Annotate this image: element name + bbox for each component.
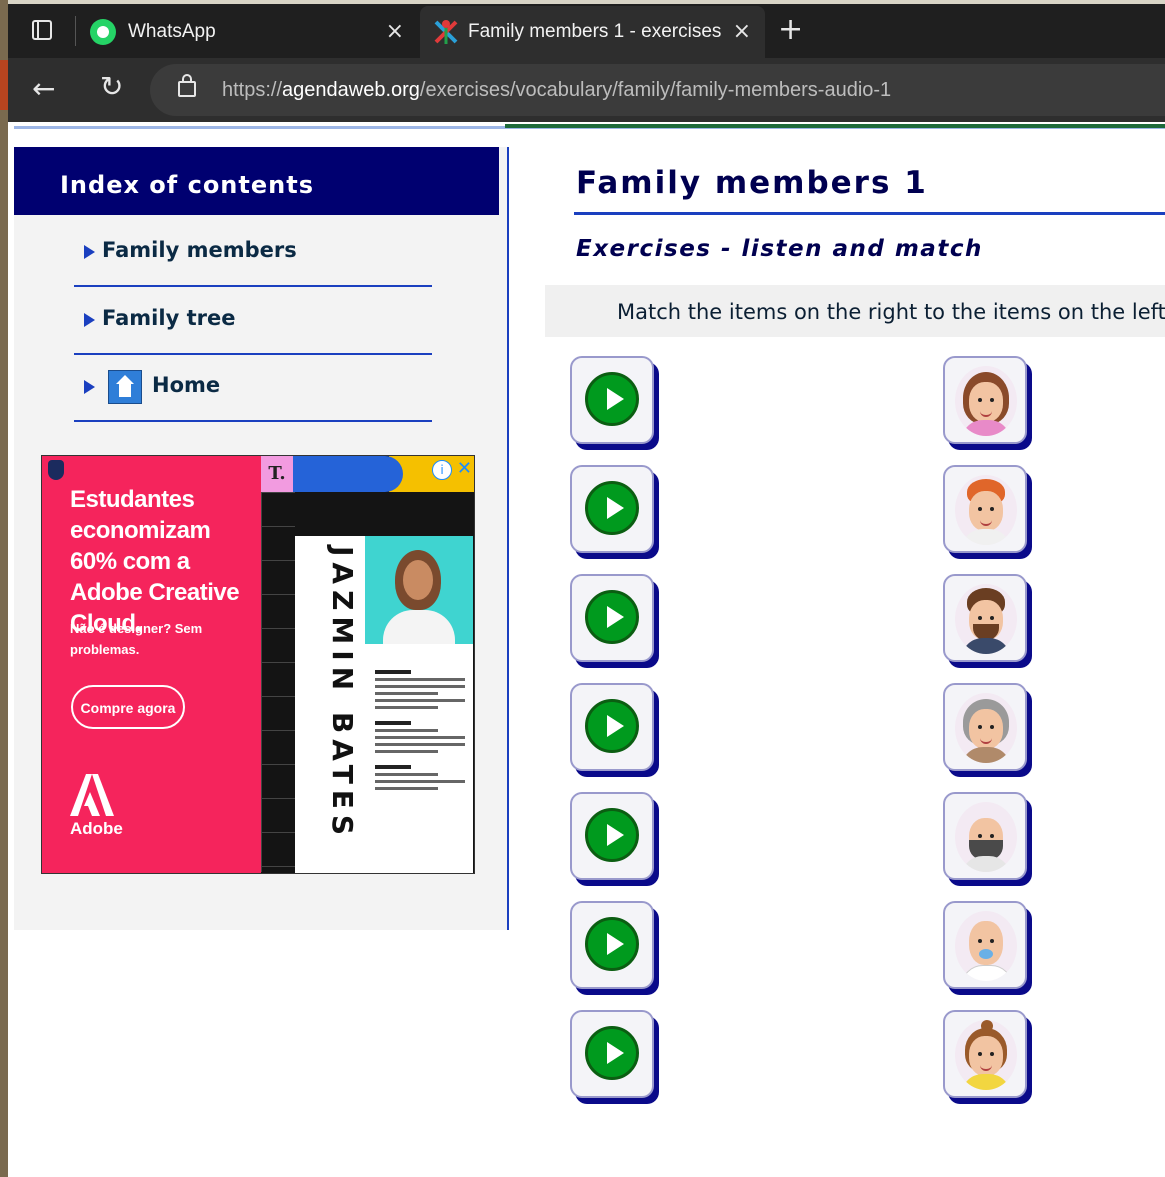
picture-card-grandfather[interactable]: [943, 792, 1027, 880]
url-field[interactable]: https://agendaweb.org/exercises/vocabula…: [150, 64, 1165, 116]
sidebar-item-family-members[interactable]: Family members: [74, 221, 432, 287]
play-icon[interactable]: [585, 808, 639, 862]
play-icon[interactable]: [585, 481, 639, 535]
picture-card-red-haired-man[interactable]: [943, 465, 1027, 553]
picture-card-baby[interactable]: [943, 901, 1027, 989]
whatsapp-icon: [90, 19, 116, 45]
tab-whatsapp[interactable]: WhatsApp ×: [80, 6, 418, 58]
tab-label: WhatsApp: [128, 21, 216, 42]
sidebar-item-family-tree[interactable]: Family tree: [74, 289, 432, 355]
audio-card[interactable]: [570, 1010, 654, 1098]
triangle-right-icon: [84, 380, 95, 394]
triangle-right-icon: [84, 245, 95, 259]
play-icon[interactable]: [585, 590, 639, 644]
sidebar-item-label: Family members: [102, 238, 297, 262]
play-icon[interactable]: [585, 372, 639, 426]
ad-headline: Estudantes economizam 60% com a Adobe Cr…: [70, 486, 240, 637]
girl-avatar: [955, 1020, 1017, 1090]
picture-card-bearded-man[interactable]: [943, 574, 1027, 662]
picture-card-grandmother[interactable]: [943, 683, 1027, 771]
ad-subline: Não é designer? Sem problemas.: [70, 621, 203, 657]
resume-name: JAZMIN BATES: [326, 546, 359, 842]
grandmother-avatar: [955, 693, 1017, 763]
desktop-edge: [0, 0, 8, 1177]
tab-label: Family members 1 - exercises: [468, 21, 722, 42]
close-tab-icon[interactable]: ×: [733, 6, 751, 58]
play-icon[interactable]: [585, 917, 639, 971]
play-icon[interactable]: [585, 699, 639, 753]
adobe-logo-icon: [70, 774, 114, 816]
t-badge-icon: T.: [261, 456, 293, 492]
audio-card[interactable]: [570, 901, 654, 989]
page-subtitle: Exercises - listen and match: [576, 236, 983, 262]
ad-cta-button[interactable]: Compre agora: [71, 685, 185, 729]
instructions-box: Match the items on the right to the item…: [545, 285, 1165, 337]
page-top-banner-edge: [505, 124, 1165, 128]
woman-avatar: [955, 366, 1017, 436]
close-tab-icon[interactable]: ×: [386, 6, 404, 58]
ad-brand: Adobe: [70, 819, 123, 838]
url-text: https://agendaweb.org/exercises/vocabula…: [222, 79, 892, 101]
ad-close-icon[interactable]: ✕: [457, 458, 472, 479]
browser-tab-bar: WhatsApp × Family members 1 - exercises …: [8, 0, 1165, 58]
new-tab-icon[interactable]: +: [778, 10, 803, 50]
picture-card-woman[interactable]: [943, 356, 1027, 444]
baby-avatar: [955, 911, 1017, 981]
play-icon[interactable]: [585, 1026, 639, 1080]
resume-preview: JAZMIN BATES: [295, 536, 473, 873]
audio-card[interactable]: [570, 465, 654, 553]
tab-family-members[interactable]: Family members 1 - exercises ×: [420, 6, 765, 58]
site-favicon-icon: [434, 20, 458, 44]
page-title: Family members 1: [576, 165, 928, 201]
title-divider: [574, 212, 1165, 215]
triangle-right-icon: [84, 313, 95, 327]
reload-icon[interactable]: ↻: [100, 70, 123, 103]
sidebar: Index of contents Family members Family …: [14, 147, 509, 930]
resume-text-lines: [375, 658, 465, 794]
advertisement[interactable]: Estudantes economizam 60% com a Adobe Cr…: [41, 455, 475, 874]
home-icon: [108, 370, 142, 404]
browser-address-bar: ← ↻ https://agendaweb.org/exercises/voca…: [8, 58, 1165, 122]
sidebar-item-label: Family tree: [102, 306, 236, 330]
sidebar-item-home[interactable]: Home: [74, 356, 432, 422]
bearded-man-avatar: [955, 584, 1017, 654]
sidebar-heading: Index of contents: [14, 147, 499, 215]
audio-card[interactable]: [570, 574, 654, 662]
picture-card-girl[interactable]: [943, 1010, 1027, 1098]
instructions-text: Match the items on the right to the item…: [617, 300, 1165, 324]
audio-card[interactable]: [570, 683, 654, 771]
audio-card[interactable]: [570, 792, 654, 880]
audio-card[interactable]: [570, 356, 654, 444]
ad-info-icon[interactable]: i: [432, 460, 452, 480]
shield-icon: [48, 460, 64, 480]
back-arrow-icon[interactable]: ←: [32, 72, 55, 105]
red-haired-man-avatar: [955, 475, 1017, 545]
grandfather-avatar: [955, 802, 1017, 872]
lock-icon[interactable]: [178, 74, 196, 97]
sidebar-item-label: Home: [152, 373, 221, 397]
tab-actions-icon[interactable]: [32, 20, 52, 40]
resume-photo: [365, 536, 473, 644]
